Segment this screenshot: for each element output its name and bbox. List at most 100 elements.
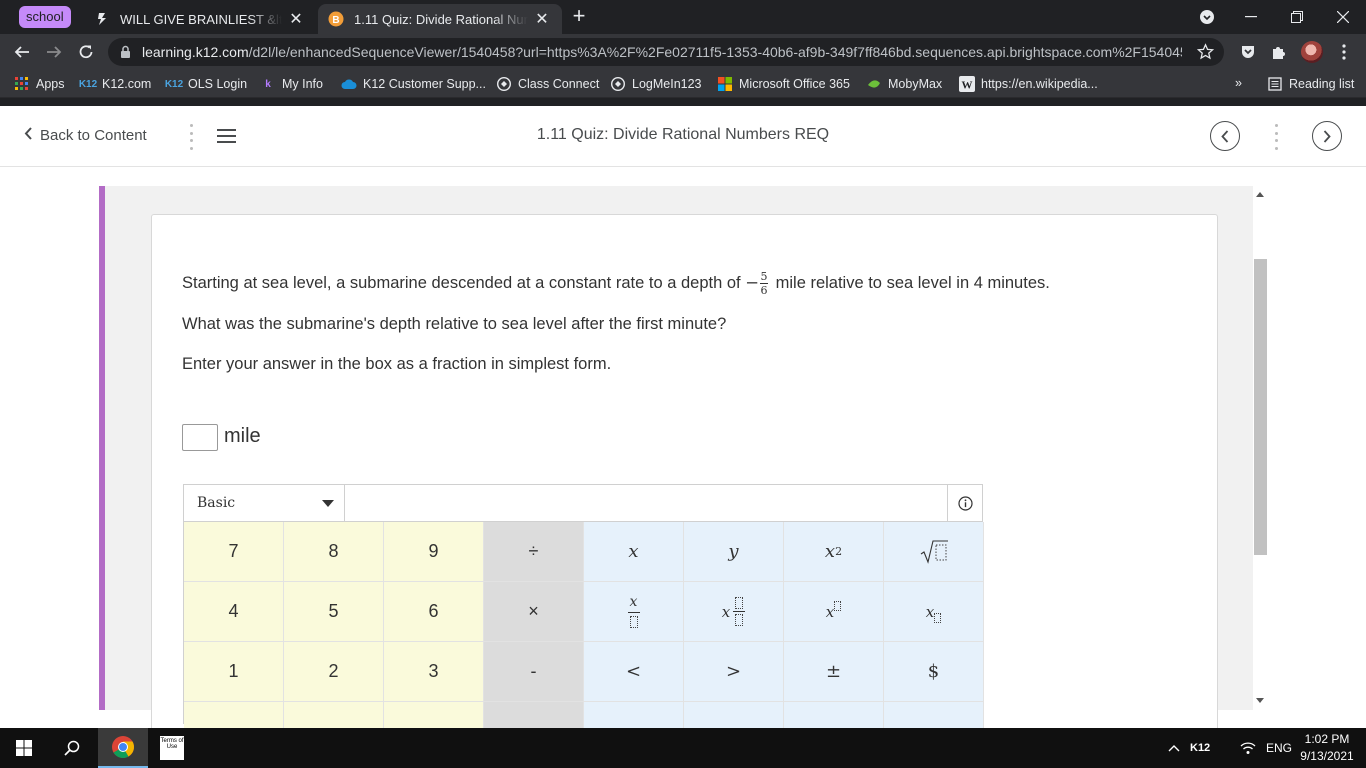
new-tab-icon[interactable]: +	[568, 5, 590, 28]
forward-arrow-icon[interactable]	[40, 38, 68, 66]
key-4[interactable]: 4	[184, 582, 284, 642]
tab-group-chip[interactable]: school	[19, 6, 71, 28]
divider-dots	[1273, 124, 1279, 150]
k12-icon: K12	[164, 78, 184, 90]
key-multiply[interactable]: ×	[484, 582, 584, 642]
key-row4[interactable]	[684, 702, 784, 728]
answer-input[interactable]	[182, 424, 218, 451]
key-8[interactable]: 8	[284, 522, 384, 582]
bookmark-ols-login[interactable]: K12 OLS Login	[164, 76, 247, 92]
key-y[interactable]: y	[684, 522, 784, 582]
key-1[interactable]: 1	[184, 642, 284, 702]
tab-close-icon[interactable]: ✕	[288, 9, 304, 29]
key-6[interactable]: 6	[384, 582, 484, 642]
key-row4[interactable]	[584, 702, 684, 728]
key-row4[interactable]	[384, 702, 484, 728]
back-arrow-icon[interactable]	[8, 38, 36, 66]
key-x[interactable]: x	[584, 522, 684, 582]
apps-grid-icon	[14, 76, 30, 92]
scroll-up-arrow-icon[interactable]	[1256, 192, 1264, 197]
bookmark-mobymax[interactable]: MobyMax	[866, 76, 942, 92]
fraction-denominator: 6	[760, 284, 768, 297]
bookmark-office-365[interactable]: Microsoft Office 365	[717, 76, 850, 92]
keypad-mode-select[interactable]: Basic	[184, 485, 345, 521]
answer-unit: mile	[224, 425, 261, 447]
tab-quiz[interactable]: B 1.11 Quiz: Divide Rational Numbe ✕	[318, 4, 562, 34]
bookmark-label: K12 Customer Supp...	[363, 77, 486, 91]
tray-label: K12	[1190, 742, 1211, 754]
key-divide[interactable]: ÷	[484, 522, 584, 582]
language-indicator[interactable]: ENG	[1266, 728, 1292, 768]
address-bar[interactable]: learning.k12.com/d2l/le/enhancedSequence…	[108, 38, 1224, 66]
profile-avatar[interactable]	[1301, 41, 1323, 63]
k12-person-icon: k	[265, 78, 271, 90]
reload-icon[interactable]	[72, 38, 100, 66]
key-9[interactable]: 9	[384, 522, 484, 582]
tab-close-icon[interactable]: ✕	[534, 9, 550, 29]
cloud-icon	[341, 76, 357, 92]
key-exponent[interactable]: x	[784, 582, 884, 642]
tray-chevron-up-icon[interactable]	[1168, 728, 1180, 768]
bookmark-logmein[interactable]: LogMeIn123	[610, 76, 702, 92]
browser-toolbar: learning.k12.com/d2l/le/enhancedSequence…	[0, 34, 1366, 70]
lock-icon[interactable]	[120, 45, 131, 64]
previous-topic-button[interactable]	[1210, 121, 1240, 151]
key-row4[interactable]	[184, 702, 284, 728]
key-greater-than[interactable]: >	[684, 642, 784, 702]
key-2[interactable]: 2	[284, 642, 384, 702]
key-row4[interactable]	[484, 702, 584, 728]
tab-search-icon[interactable]	[1184, 0, 1230, 34]
minimize-icon[interactable]	[1228, 0, 1274, 34]
restore-icon[interactable]	[1274, 0, 1320, 34]
extensions-puzzle-icon[interactable]	[1269, 42, 1289, 62]
key-x-squared[interactable]: x2	[784, 522, 884, 582]
windows-start-icon[interactable]	[0, 728, 48, 768]
key-minus[interactable]: -	[484, 642, 584, 702]
key-plus-minus[interactable]: ±	[784, 642, 884, 702]
key-fraction[interactable]: x	[584, 582, 684, 642]
key-square-root[interactable]	[884, 522, 984, 582]
bookmark-my-info[interactable]: k My Info	[260, 76, 323, 92]
bookmark-star-icon[interactable]	[1196, 43, 1215, 65]
wifi-icon[interactable]	[1240, 728, 1256, 768]
key-dollar[interactable]: $	[884, 642, 984, 702]
scrollbar-thumb[interactable]	[1254, 259, 1267, 555]
menu-kebab-icon[interactable]	[1334, 42, 1354, 62]
taskbar-search-icon[interactable]	[48, 728, 96, 768]
bookmark-apps[interactable]: Apps	[14, 76, 65, 92]
bookmark-k12-support[interactable]: K12 Customer Supp...	[341, 76, 486, 92]
key-5[interactable]: 5	[284, 582, 384, 642]
key-7[interactable]: 7	[184, 522, 284, 582]
key-row4[interactable]	[784, 702, 884, 728]
key-row4[interactable]	[284, 702, 384, 728]
key-subscript[interactable]: x	[884, 582, 984, 642]
terms-of-use-taskbar-icon[interactable]: Terms of Use	[148, 728, 196, 768]
page-title: 1.11 Quiz: Divide Rational Numbers REQ	[536, 126, 830, 143]
question-text-part: mile relative to sea level in 4 minutes.	[771, 273, 1050, 292]
pocket-extension-icon[interactable]	[1238, 42, 1258, 62]
bookmark-class-connect[interactable]: Class Connect	[496, 76, 599, 92]
keypad-mode-label: Basic	[197, 495, 236, 511]
key-3[interactable]: 3	[384, 642, 484, 702]
system-clock[interactable]: 1:02 PM 9/13/2021	[1296, 731, 1358, 765]
key-row4[interactable]	[884, 702, 984, 728]
scroll-down-arrow-icon[interactable]	[1256, 698, 1264, 703]
tray-k12-label[interactable]: K12	[1190, 728, 1210, 768]
key-less-than[interactable]: <	[584, 642, 684, 702]
bookmark-label: MobyMax	[888, 77, 943, 91]
quiz-frame: Starting at sea level, a submarine desce…	[99, 186, 1253, 728]
next-topic-button[interactable]	[1312, 121, 1342, 151]
reading-list-label: Reading list	[1289, 77, 1355, 91]
question-instruction: Enter your answer in the box as a fracti…	[182, 355, 612, 373]
info-icon[interactable]	[947, 485, 982, 521]
svg-text:W: W	[962, 80, 973, 92]
bookmark-wikipedia[interactable]: W https://en.wikipedia...	[959, 76, 1098, 92]
key-mixed-number[interactable]: x	[684, 582, 784, 642]
bookmarks-overflow-icon[interactable]: »	[1235, 76, 1242, 90]
bookmark-k12[interactable]: K12 K12.com	[79, 76, 152, 92]
math-keypad: Basic 7 8 9 ÷ x y x2 4 5 6 × x x x x 1 2…	[183, 484, 984, 728]
chrome-taskbar-icon[interactable]	[98, 728, 148, 768]
close-window-icon[interactable]	[1320, 0, 1366, 34]
reading-list-button[interactable]: Reading list	[1267, 76, 1354, 92]
tab-brainly[interactable]: WILL GIVE BRAINLIEST &lt;3 −5 1 ✕	[84, 4, 316, 34]
